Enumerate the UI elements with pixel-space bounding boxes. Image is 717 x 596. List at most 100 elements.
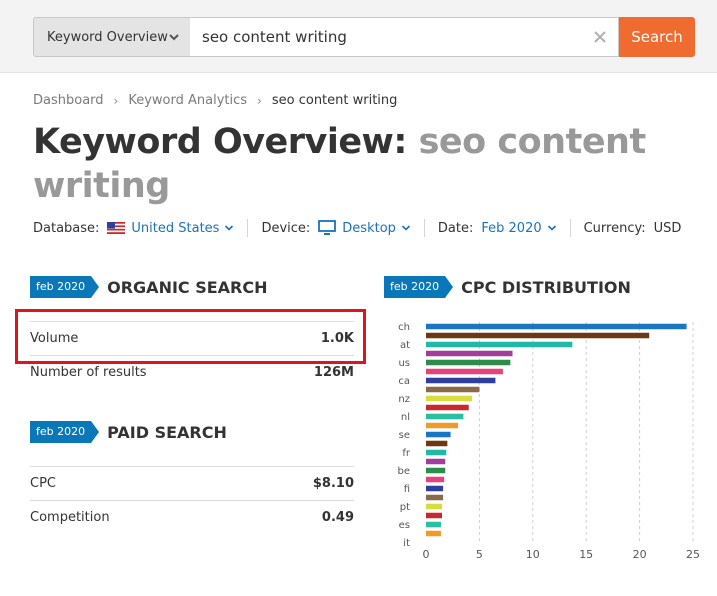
x-tick-label: 0 xyxy=(423,548,430,561)
y-tick-label: pt xyxy=(400,502,410,513)
database-value: United States xyxy=(131,220,220,236)
y-tick-label: es xyxy=(399,520,410,531)
cpc-distribution-header: feb 2020 CPC DISTRIBUTION xyxy=(384,276,631,298)
breadcrumb: Dashboard › Keyword Analytics › seo cont… xyxy=(33,93,397,108)
cpc-bar[interactable] xyxy=(426,386,480,393)
chevron-down-icon xyxy=(169,34,179,41)
search-bar: Keyword Overview seo content writing Sea… xyxy=(0,0,717,73)
cpc-bar[interactable] xyxy=(426,458,446,465)
x-tick-label: 15 xyxy=(579,548,593,561)
y-tick-label: at xyxy=(400,340,410,351)
keyword-search-input[interactable]: seo content writing xyxy=(190,17,619,57)
breadcrumb-keyword-analytics[interactable]: Keyword Analytics xyxy=(128,93,247,108)
competition-label: Competition xyxy=(30,510,110,525)
chevron-right-icon: › xyxy=(113,93,119,108)
cpc-bar[interactable] xyxy=(426,422,459,429)
y-tick-label: ca xyxy=(398,376,410,387)
y-tick-label: se xyxy=(399,430,410,441)
competition-value: 0.49 xyxy=(321,510,354,525)
breadcrumb-dashboard[interactable]: Dashboard xyxy=(33,93,104,108)
cpc-bar[interactable] xyxy=(426,449,447,456)
clear-icon[interactable] xyxy=(592,29,608,45)
cpc-bar[interactable] xyxy=(426,485,444,492)
chevron-down-icon xyxy=(547,225,556,231)
y-tick-label: nz xyxy=(398,394,410,405)
y-tick-label: fr xyxy=(402,448,411,459)
x-tick-label: 25 xyxy=(686,548,700,561)
cpc-bar[interactable] xyxy=(426,359,511,366)
y-tick-label: ch xyxy=(398,322,410,333)
divider xyxy=(247,219,249,237)
desktop-icon xyxy=(318,220,337,235)
cpc-bar[interactable] xyxy=(426,440,448,447)
chevron-down-icon xyxy=(401,225,410,231)
cpc-value: $8.10 xyxy=(312,476,354,491)
cpc-bar[interactable] xyxy=(426,323,687,330)
cpc-distribution-title: CPC DISTRIBUTION xyxy=(461,277,631,297)
organic-search-title: ORGANIC SEARCH xyxy=(107,277,268,297)
divider xyxy=(423,219,425,237)
x-tick-label: 20 xyxy=(633,548,647,561)
report-type-select[interactable]: Keyword Overview xyxy=(33,17,191,57)
cpc-bar[interactable] xyxy=(426,530,441,537)
page-title: Keyword Overview: seo content writing xyxy=(33,120,673,208)
cpc-label: CPC xyxy=(30,476,56,491)
y-tick-label: it xyxy=(403,538,410,549)
database-label: Database: xyxy=(33,220,100,236)
results-value: 126M xyxy=(313,365,354,380)
paid-date-badge: feb 2020 xyxy=(30,421,100,443)
cpc-chart-svg: 0 5 10 15 20 25 ch at us ca nz nl se fr be fi pt es it xyxy=(398,322,700,561)
x-tick-label: 5 xyxy=(476,548,483,561)
cpc-date-badge: feb 2020 xyxy=(384,276,454,298)
device-label: Device: xyxy=(261,220,311,236)
search-button-label: Search xyxy=(631,28,683,46)
y-tick-label: nl xyxy=(401,412,410,423)
device-value: Desktop xyxy=(342,220,396,236)
cpc-distribution-chart: 0 5 10 15 20 25 ch at us ca nz nl se fr be fi pt es it xyxy=(380,312,710,592)
cpc-row: CPC $8.10 xyxy=(30,466,354,500)
volume-highlight-box xyxy=(15,309,366,364)
organic-date-badge: feb 2020 xyxy=(30,276,100,298)
us-flag-icon xyxy=(107,222,126,234)
x-tick-label: 10 xyxy=(526,548,540,561)
date-select[interactable]: Feb 2020 xyxy=(481,221,556,236)
cpc-bar[interactable] xyxy=(426,341,573,348)
cpc-bar[interactable] xyxy=(426,377,496,384)
competition-row: Competition 0.49 xyxy=(30,500,354,534)
y-tick-label: us xyxy=(398,358,410,369)
cpc-bar[interactable] xyxy=(426,332,650,339)
currency-value: USD xyxy=(653,220,682,236)
search-query-text: seo content writing xyxy=(202,28,347,46)
cpc-bar[interactable] xyxy=(426,503,443,510)
cpc-bar[interactable] xyxy=(426,431,451,438)
cpc-bar[interactable] xyxy=(426,350,513,357)
chevron-down-icon xyxy=(225,225,234,231)
cpc-bar[interactable] xyxy=(426,413,464,420)
database-select[interactable]: United States xyxy=(107,221,234,236)
results-label: Number of results xyxy=(30,365,147,380)
cpc-bar[interactable] xyxy=(426,368,503,375)
y-tick-label: fi xyxy=(404,484,410,495)
paid-search-header: feb 2020 PAID SEARCH xyxy=(30,421,227,443)
page-title-prefix: Keyword Overview: xyxy=(33,122,407,162)
organic-search-header: feb 2020 ORGANIC SEARCH xyxy=(30,276,268,298)
device-select[interactable]: Desktop xyxy=(318,220,411,236)
filters-bar: Database: United States Device: Desktop … xyxy=(33,219,681,237)
cpc-bar[interactable] xyxy=(426,467,446,474)
search-button[interactable]: Search xyxy=(619,17,695,57)
cpc-bar[interactable] xyxy=(426,404,469,411)
y-tick-label: be xyxy=(398,466,411,477)
breadcrumb-current: seo content writing xyxy=(271,93,398,108)
paid-search-title: PAID SEARCH xyxy=(107,422,227,442)
date-value: Feb 2020 xyxy=(481,220,542,236)
cpc-bar[interactable] xyxy=(426,521,441,528)
chevron-right-icon: › xyxy=(257,93,262,108)
cpc-bar[interactable] xyxy=(426,395,472,402)
currency-label: Currency: xyxy=(583,220,646,236)
cpc-bar[interactable] xyxy=(426,512,443,519)
cpc-bar[interactable] xyxy=(426,476,445,483)
divider xyxy=(569,219,571,237)
date-label: Date: xyxy=(437,220,474,236)
cpc-bar[interactable] xyxy=(426,494,444,501)
report-type-label: Keyword Overview xyxy=(47,29,168,45)
